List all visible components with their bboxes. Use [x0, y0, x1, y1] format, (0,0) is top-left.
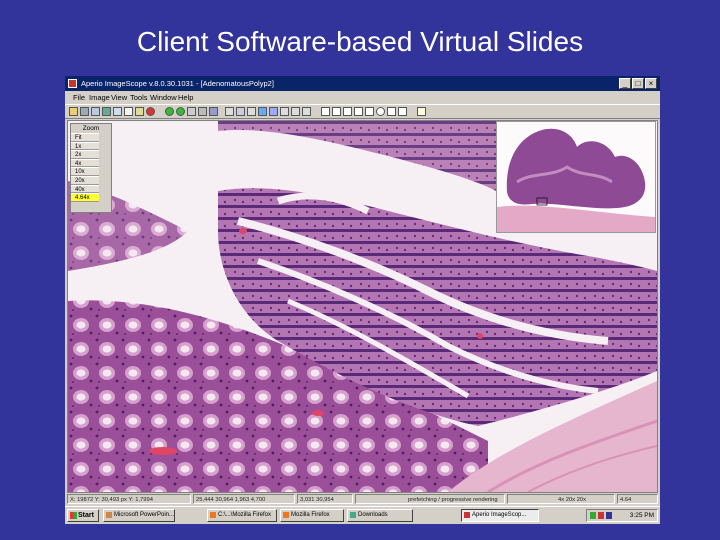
- maximize-button[interactable]: □: [632, 78, 644, 89]
- sync-icon[interactable]: [302, 107, 311, 116]
- network-icon[interactable]: [590, 512, 596, 519]
- task-label: Microsoft PowerPoin...: [114, 512, 175, 518]
- window-titlebar[interactable]: Aperio ImageScope v.8.0.30.1031 - [Adeno…: [65, 76, 660, 91]
- pen-icon[interactable]: [343, 107, 352, 116]
- status-region: 25,444 30,964 1,963 4,700: [193, 494, 295, 504]
- windows-taskbar: Start Microsoft PowerPoin... C:\...\Mozi…: [65, 506, 660, 524]
- thumbnail-overview[interactable]: [496, 121, 656, 233]
- status-coordinates: X: 19872 Y: 30,493 px Y: 1,7994: [67, 494, 191, 504]
- help-icon[interactable]: [146, 107, 155, 116]
- zoom-level-20x[interactable]: 20x: [71, 175, 99, 185]
- menu-view[interactable]: View: [111, 91, 127, 104]
- task-powerpoint[interactable]: Microsoft PowerPoin...: [103, 509, 175, 522]
- imagescope-window: Aperio ImageScope v.8.0.30.1031 - [Adeno…: [65, 76, 660, 524]
- menu-file[interactable]: File: [73, 91, 85, 104]
- rotate-icon[interactable]: [209, 107, 218, 116]
- status-scale: 4.64: [617, 494, 658, 504]
- slide-viewer[interactable]: Zoom Fit 1x 2x 4x 10x 20x 40x 4.64x: [67, 120, 658, 493]
- properties-icon[interactable]: [91, 107, 100, 116]
- zoom-level-current[interactable]: 4.64x: [71, 193, 99, 202]
- zoom-level-40x[interactable]: 40x: [71, 184, 99, 194]
- menu-help[interactable]: Help: [178, 91, 193, 104]
- zoom-level-2x[interactable]: 2x: [71, 150, 99, 159]
- minimize-button[interactable]: _: [619, 78, 631, 89]
- pointer-icon[interactable]: [321, 107, 330, 116]
- downloads-icon: [350, 512, 356, 518]
- print-icon[interactable]: [113, 107, 122, 116]
- zoom-title: Zoom: [82, 125, 100, 132]
- task-label: C:\...\Mozilla Firefox: [218, 512, 272, 518]
- status-position: 3,031 30,954: [297, 494, 353, 504]
- task-downloads[interactable]: Downloads: [347, 509, 413, 522]
- copy-icon[interactable]: [124, 107, 133, 116]
- menu-bar: File Image View Tools Window Help: [65, 91, 660, 104]
- overview-icon[interactable]: [225, 107, 234, 116]
- window-title: Aperio ImageScope v.8.0.30.1031 - [Adeno…: [81, 79, 274, 88]
- status-message: prefetching / progressive rendering: [355, 494, 505, 504]
- system-tray: 3:25 PM: [586, 509, 658, 522]
- powerpoint-icon: [106, 512, 112, 518]
- imagescope-icon: [464, 512, 470, 518]
- zoom-level-fit[interactable]: Fit: [71, 133, 99, 142]
- ellipse-tool-icon[interactable]: [376, 107, 385, 116]
- rectangle-tool-icon[interactable]: [365, 107, 374, 116]
- start-button[interactable]: Start: [67, 509, 99, 522]
- zoom-level-1x[interactable]: 1x: [71, 141, 99, 151]
- task-firefox-2[interactable]: Mozilla Firefox: [280, 509, 344, 522]
- tile-icon[interactable]: [291, 107, 300, 116]
- menu-tools[interactable]: Tools: [130, 91, 148, 104]
- task-label: Downloads: [358, 512, 388, 518]
- firefox-icon: [283, 512, 289, 518]
- help-question-icon[interactable]: [417, 107, 426, 116]
- task-label: Aperio ImageScop...: [472, 512, 527, 518]
- firefox-icon: [210, 512, 216, 518]
- status-bar: X: 19872 Y: 30,493 px Y: 1,7994 25,444 3…: [65, 493, 660, 505]
- refresh-icon[interactable]: [198, 107, 207, 116]
- menu-image[interactable]: Image: [89, 91, 110, 104]
- volume-icon[interactable]: [606, 512, 612, 519]
- security-icon[interactable]: [598, 512, 604, 519]
- status-magnification: 4x 20x 20x: [507, 494, 615, 504]
- save-icon[interactable]: [80, 107, 89, 116]
- windows-logo-icon: [70, 512, 77, 519]
- task-imagescope[interactable]: Aperio ImageScop...: [461, 509, 539, 522]
- compare-icon[interactable]: [269, 107, 278, 116]
- text-tool-icon[interactable]: [398, 107, 407, 116]
- zoom-in-icon[interactable]: [135, 107, 144, 116]
- thumbnail-image: [497, 122, 655, 232]
- arrow-tool-icon[interactable]: [354, 107, 363, 116]
- task-firefox-1[interactable]: C:\...\Mozilla Firefox: [207, 509, 277, 522]
- close-button[interactable]: ×: [645, 78, 657, 89]
- magnifier-icon[interactable]: [236, 107, 245, 116]
- app-icon: [68, 79, 77, 88]
- start-label: Start: [78, 512, 94, 519]
- polygon-tool-icon[interactable]: [387, 107, 396, 116]
- task-label: Mozilla Firefox: [291, 512, 330, 518]
- menu-window[interactable]: Window: [150, 91, 177, 104]
- zoom-level-10x[interactable]: 10x: [71, 167, 99, 176]
- slide-title: Client Software-based Virtual Slides: [136, 26, 584, 57]
- zoom-level-4x[interactable]: 4x: [71, 158, 99, 168]
- clock[interactable]: 3:25 PM: [630, 510, 654, 521]
- open-folder-icon[interactable]: [69, 107, 78, 116]
- fit-icon[interactable]: [247, 107, 256, 116]
- back-icon[interactable]: [165, 107, 174, 116]
- ruler-icon[interactable]: [332, 107, 341, 116]
- split-icon[interactable]: [280, 107, 289, 116]
- forward-icon[interactable]: [176, 107, 185, 116]
- window-icon[interactable]: [258, 107, 267, 116]
- snapshot-icon[interactable]: [102, 107, 111, 116]
- zoom-panel: Zoom Fit 1x 2x 4x 10x 20x 40x 4.64x: [70, 123, 112, 213]
- toolbar: [65, 104, 660, 119]
- home-icon[interactable]: [187, 107, 196, 116]
